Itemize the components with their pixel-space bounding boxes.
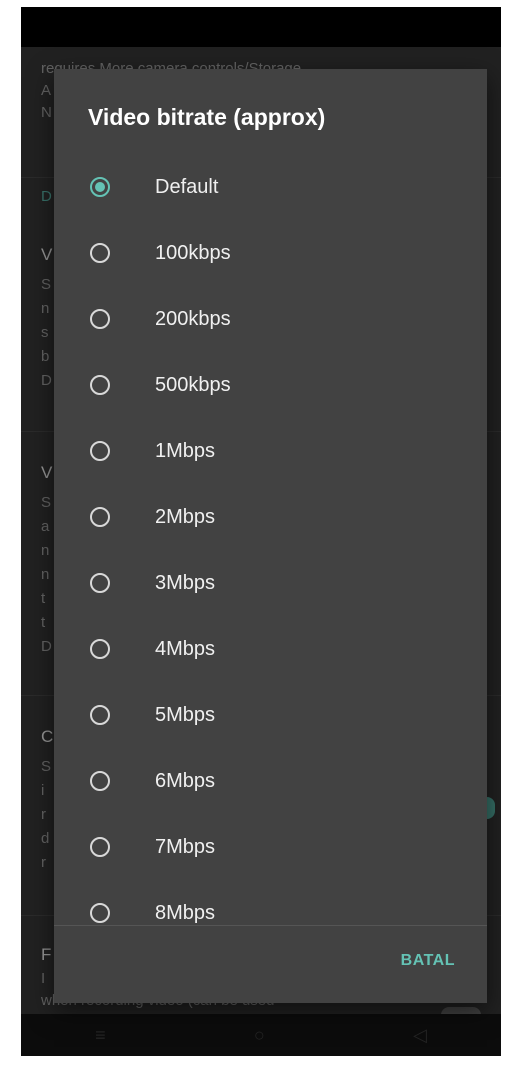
- option-7mbps[interactable]: 7Mbps: [54, 814, 487, 880]
- option-3mbps[interactable]: 3Mbps: [54, 550, 487, 616]
- dialog-divider: [54, 925, 487, 926]
- radio-unchecked-icon[interactable]: [90, 705, 110, 725]
- radio-unchecked-icon[interactable]: [90, 837, 110, 857]
- option-label: 6Mbps: [155, 769, 216, 792]
- radio-unchecked-icon[interactable]: [90, 507, 110, 527]
- radio-unchecked-icon[interactable]: [90, 309, 110, 329]
- option-5mbps[interactable]: 5Mbps: [54, 682, 487, 748]
- option-label: 100kbps: [155, 241, 231, 264]
- cancel-button[interactable]: BATAL: [401, 952, 455, 970]
- option-label: 500kbps: [155, 373, 231, 396]
- radio-unchecked-icon[interactable]: [90, 573, 110, 593]
- phone-screen: requires More camera controls/Storage A …: [21, 7, 501, 1056]
- option-default[interactable]: Default: [54, 154, 487, 220]
- option-label: Default: [155, 175, 219, 198]
- radio-unchecked-icon[interactable]: [90, 375, 110, 395]
- option-1mbps[interactable]: 1Mbps: [54, 418, 487, 484]
- option-6mbps[interactable]: 6Mbps: [54, 748, 487, 814]
- option-200kbps[interactable]: 200kbps: [54, 286, 487, 352]
- option-label: 200kbps: [155, 307, 231, 330]
- radio-unchecked-icon[interactable]: [90, 903, 110, 923]
- option-8mbps[interactable]: 8Mbps: [54, 880, 487, 925]
- option-label: 1Mbps: [155, 439, 216, 462]
- bitrate-option-list[interactable]: Default 100kbps 200kbps 500kbps 1Mbps 2M…: [54, 154, 487, 925]
- option-4mbps[interactable]: 4Mbps: [54, 616, 487, 682]
- video-bitrate-dialog: Video bitrate (approx) Default 100kbps 2…: [54, 69, 487, 1003]
- option-2mbps[interactable]: 2Mbps: [54, 484, 487, 550]
- radio-checked-icon[interactable]: [90, 177, 110, 197]
- radio-unchecked-icon[interactable]: [90, 243, 110, 263]
- option-100kbps[interactable]: 100kbps: [54, 220, 487, 286]
- option-label: 2Mbps: [155, 505, 216, 528]
- option-label: 5Mbps: [155, 703, 216, 726]
- option-label: 7Mbps: [155, 835, 216, 858]
- dialog-title: Video bitrate (approx): [88, 104, 326, 130]
- option-label: 8Mbps: [155, 901, 216, 924]
- option-label: 4Mbps: [155, 637, 216, 660]
- radio-unchecked-icon[interactable]: [90, 441, 110, 461]
- option-500kbps[interactable]: 500kbps: [54, 352, 487, 418]
- option-label: 3Mbps: [155, 571, 216, 594]
- radio-unchecked-icon[interactable]: [90, 771, 110, 791]
- radio-unchecked-icon[interactable]: [90, 639, 110, 659]
